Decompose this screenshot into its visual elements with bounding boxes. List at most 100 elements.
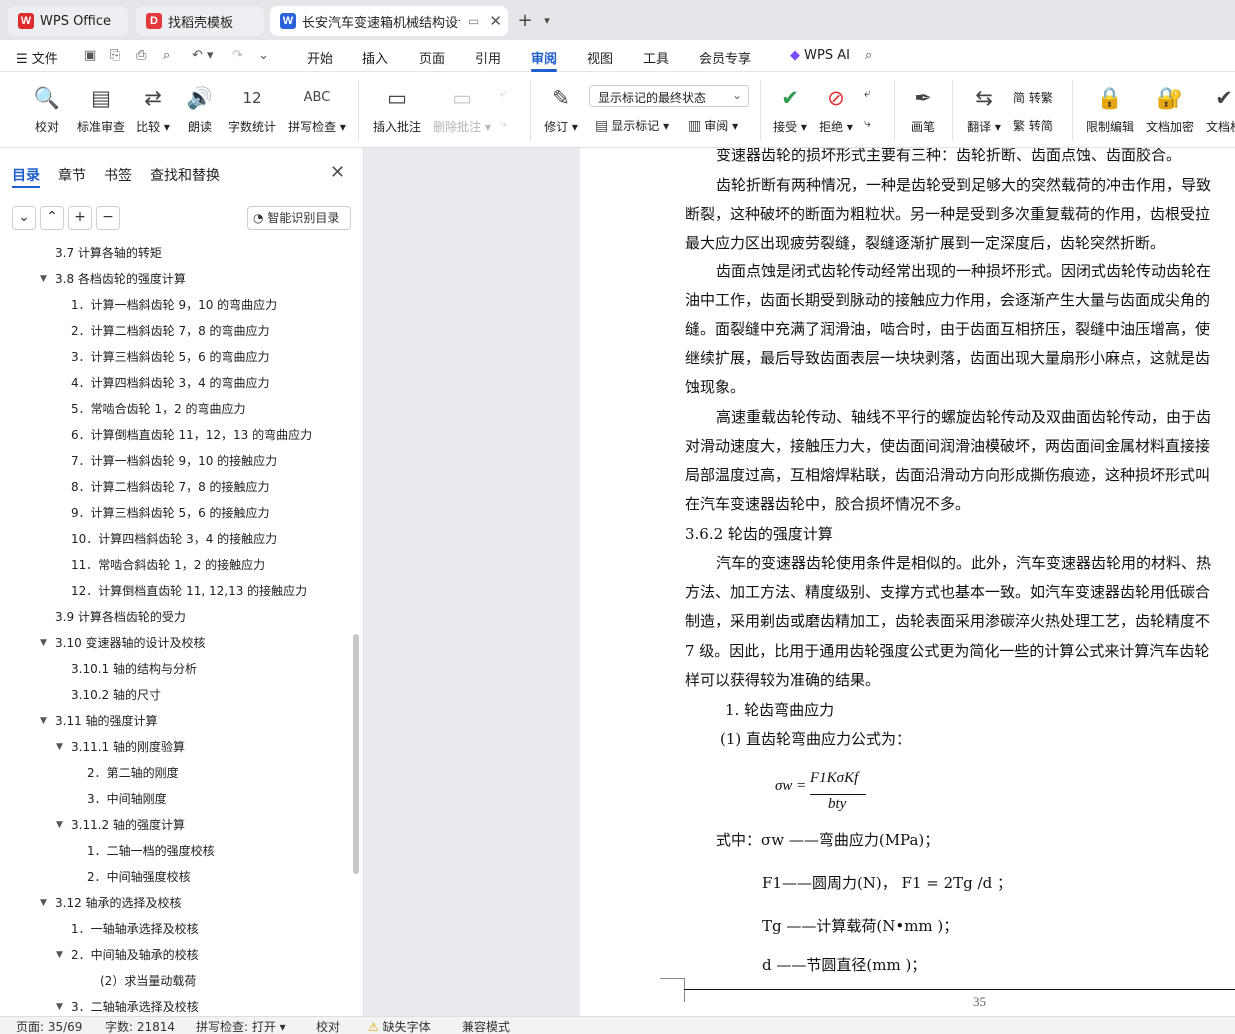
toc-item[interactable]: 7．计算一档斜齿轮 9，10 的接触应力 xyxy=(71,448,277,474)
undo-icon[interactable]: ↶ ▾ xyxy=(192,48,214,63)
toc-item[interactable]: 9．计算三档斜齿轮 5，6 的接触应力 xyxy=(71,500,270,526)
toc-item[interactable]: ▼ 3.10 变速器轴的设计及校核 xyxy=(40,630,206,656)
close-icon[interactable]: ✕ xyxy=(330,162,345,183)
close-tab-icon[interactable]: ✕ xyxy=(489,12,502,30)
save-icon[interactable]: ▣ xyxy=(84,48,96,63)
collapse-chevron-down-icon[interactable]: ⌄ xyxy=(12,206,36,230)
toc-item[interactable]: 10．计算四档斜齿轮 3，4 的接触应力 xyxy=(71,526,277,552)
expand-arrow-icon[interactable]: ▼ xyxy=(56,734,63,760)
translate-button[interactable]: ⇆ 翻译 ▾ xyxy=(964,84,1004,135)
missing-font-status[interactable]: ⚠ 缺失字体 xyxy=(368,1018,431,1034)
next-change-icon[interactable]: ⤷ xyxy=(864,116,871,131)
toc-item[interactable]: 2．中间轴强度校核 xyxy=(87,864,191,890)
toc-item[interactable]: ▼ 2．中间轴及轴承的校核 xyxy=(56,942,199,968)
search-icon[interactable]: ⌕ xyxy=(865,48,872,63)
compare-button[interactable]: ⇄ 比较 ▾ xyxy=(135,84,171,135)
previous-change-icon[interactable]: ⤶ xyxy=(864,86,871,101)
expand-arrow-icon[interactable]: ▼ xyxy=(56,812,63,838)
track-changes-button[interactable]: ✎ 修订 ▾ xyxy=(542,84,580,135)
toc-item[interactable]: ▼ 3.8 各档齿轮的强度计算 xyxy=(40,266,186,292)
markup-state-select[interactable]: 显示标记的最终状态 ⌄ xyxy=(589,85,749,107)
menu-page[interactable]: 页面 xyxy=(419,48,445,67)
quick-access-more-icon[interactable]: ⌄ xyxy=(258,48,269,63)
export-icon[interactable]: ⎘ xyxy=(110,48,120,63)
nav-tab-bookmarks[interactable]: 书签 xyxy=(104,165,132,185)
tab-docer-templates[interactable]: D 找稻壳模板 xyxy=(136,6,264,36)
toc-item[interactable]: 3．中间轴刚度 xyxy=(87,786,167,812)
show-markup-button[interactable]: ▤ 显示标记 ▾ xyxy=(595,117,669,134)
word-count-status[interactable]: 字数: 21814 xyxy=(105,1018,175,1034)
to-simplified-button[interactable]: 繁 转简 xyxy=(1013,117,1053,134)
toc-item[interactable]: 3.10.1 轴的结构与分析 xyxy=(71,656,197,682)
toc-item[interactable]: 4．计算四档斜齿轮 3，4 的弯曲应力 xyxy=(71,370,270,396)
pen-button[interactable]: ✒ 画笔 xyxy=(906,84,940,135)
toc-item[interactable]: (2）求当量动载荷 xyxy=(100,968,196,994)
file-menu[interactable]: ☰ 文件 xyxy=(16,48,58,67)
expand-arrow-icon[interactable]: ▼ xyxy=(56,994,63,1016)
nav-tab-find-replace[interactable]: 查找和替换 xyxy=(150,165,220,185)
menu-home[interactable]: 开始 xyxy=(307,48,333,67)
delete-comment-button[interactable]: ▭ 删除批注 ▾ xyxy=(432,84,492,135)
chevron-up-icon[interactable]: ⌃ xyxy=(40,206,64,230)
menu-view[interactable]: 视图 xyxy=(587,48,613,67)
toc-item[interactable]: ▼ 3.11.2 轴的强度计算 xyxy=(56,812,185,838)
document-permission-button[interactable]: ✔ 文档权 xyxy=(1204,84,1235,135)
expand-arrow-icon[interactable]: ▼ xyxy=(40,890,47,916)
spell-check-button[interactable]: ABC 拼写检查 ▾ xyxy=(287,84,347,135)
add-heading-icon[interactable]: + xyxy=(68,206,92,230)
menu-member[interactable]: 会员专享 xyxy=(699,48,751,67)
wps-ai-button[interactable]: ◆ WPS AI xyxy=(790,48,850,63)
expand-arrow-icon[interactable]: ▼ xyxy=(56,942,63,968)
smart-toc-button[interactable]: ◔ 智能识别目录 xyxy=(247,206,351,230)
tab-monitor-icon[interactable]: ▭ xyxy=(468,14,479,28)
review-pane-button[interactable]: ▥ 审阅 ▾ xyxy=(688,117,738,134)
accept-button[interactable]: ✔ 接受 ▾ xyxy=(772,84,808,135)
proofread-status[interactable]: 校对 xyxy=(316,1018,340,1034)
toc-item[interactable]: 6．计算倒档直齿轮 11，12，13 的弯曲应力 xyxy=(71,422,312,448)
toc-item[interactable]: 1．计算一档斜齿轮 9，10 的弯曲应力 xyxy=(71,292,277,318)
expand-arrow-icon[interactable]: ▼ xyxy=(40,630,47,656)
reject-button[interactable]: ⊘ 拒绝 ▾ xyxy=(818,84,854,135)
print-preview-icon[interactable]: ⌕ xyxy=(163,48,170,63)
spell-check-status[interactable]: 拼写检查: 打开 ▾ xyxy=(196,1018,286,1034)
encrypt-button[interactable]: 🔐 文档加密 xyxy=(1144,84,1196,135)
toc-item[interactable]: 11．常啮合斜齿轮 1，2 的接触应力 xyxy=(71,552,265,578)
page-indicator[interactable]: 页面: 35/69 xyxy=(16,1018,82,1034)
toc-item[interactable]: 3．计算三档斜齿轮 5，6 的弯曲应力 xyxy=(71,344,270,370)
toc-item[interactable]: 5．常啮合齿轮 1，2 的弯曲应力 xyxy=(71,396,246,422)
toc-item[interactable]: 2．计算二档斜齿轮 7，8 的弯曲应力 xyxy=(71,318,270,344)
tab-list-chevron-icon[interactable]: ▾ xyxy=(536,10,558,32)
toc-item[interactable]: ▼ 3.11.1 轴的刚度验算 xyxy=(56,734,185,760)
toc-item[interactable]: ▼ 3．二轴轴承选择及校核 xyxy=(56,994,199,1016)
restrict-edit-button[interactable]: 🔒 限制编辑 xyxy=(1084,84,1136,135)
remove-heading-icon[interactable]: − xyxy=(96,206,120,230)
word-count-button[interactable]: 12 字数统计 xyxy=(226,84,278,135)
next-comment-icon[interactable]: ⤷ xyxy=(500,116,507,131)
expand-arrow-icon[interactable]: ▼ xyxy=(40,266,47,292)
print-icon[interactable]: ⎙ xyxy=(136,48,146,63)
redo-icon[interactable]: ↷ xyxy=(232,48,243,63)
toc-item[interactable]: 8．计算二档斜齿轮 7，8 的接触应力 xyxy=(71,474,270,500)
toc-item[interactable]: ▼ 3.12 轴承的选择及校核 xyxy=(40,890,182,916)
menu-review[interactable]: 审阅 xyxy=(531,48,557,67)
standard-review-button[interactable]: ▤ 标准审查 xyxy=(76,84,126,135)
expand-arrow-icon[interactable]: ▼ xyxy=(40,708,47,734)
toc-item[interactable]: ▼ 3.11 轴的强度计算 xyxy=(40,708,158,734)
tab-wps-office[interactable]: W WPS Office xyxy=(8,6,128,36)
nav-tab-chapters[interactable]: 章节 xyxy=(58,165,86,185)
to-traditional-button[interactable]: 简 转繁 xyxy=(1013,89,1053,106)
insert-comment-button[interactable]: ▭ 插入批注 xyxy=(372,84,422,135)
menu-insert[interactable]: 插入 xyxy=(362,48,388,67)
menu-tools[interactable]: 工具 xyxy=(643,48,669,67)
nav-tab-toc[interactable]: 目录 xyxy=(12,165,40,185)
toc-item[interactable]: 1．二轴一档的强度校核 xyxy=(87,838,215,864)
toc-item[interactable]: 3.9 计算各档齿轮的受力 xyxy=(55,604,186,630)
toc-scrollbar[interactable] xyxy=(353,634,359,874)
toc-item[interactable]: 1．一轴轴承选择及校核 xyxy=(71,916,199,942)
document-page[interactable]: 变速器齿轮的损坏形式主要有三种：齿轮折断、齿面点蚀、齿面胶合。 齿轮折断有两种情况… xyxy=(580,148,1235,1016)
new-tab-icon[interactable]: + xyxy=(514,10,536,32)
toc-item[interactable]: 3.7 计算各轴的转矩 xyxy=(55,240,162,266)
tab-current-document[interactable]: W 长安汽车变速箱机械结构设计 ▭ ✕ xyxy=(270,6,508,36)
read-aloud-button[interactable]: 🔊 朗读 xyxy=(184,84,216,135)
toc-item[interactable]: 3.10.2 轴的尺寸 xyxy=(71,682,161,708)
